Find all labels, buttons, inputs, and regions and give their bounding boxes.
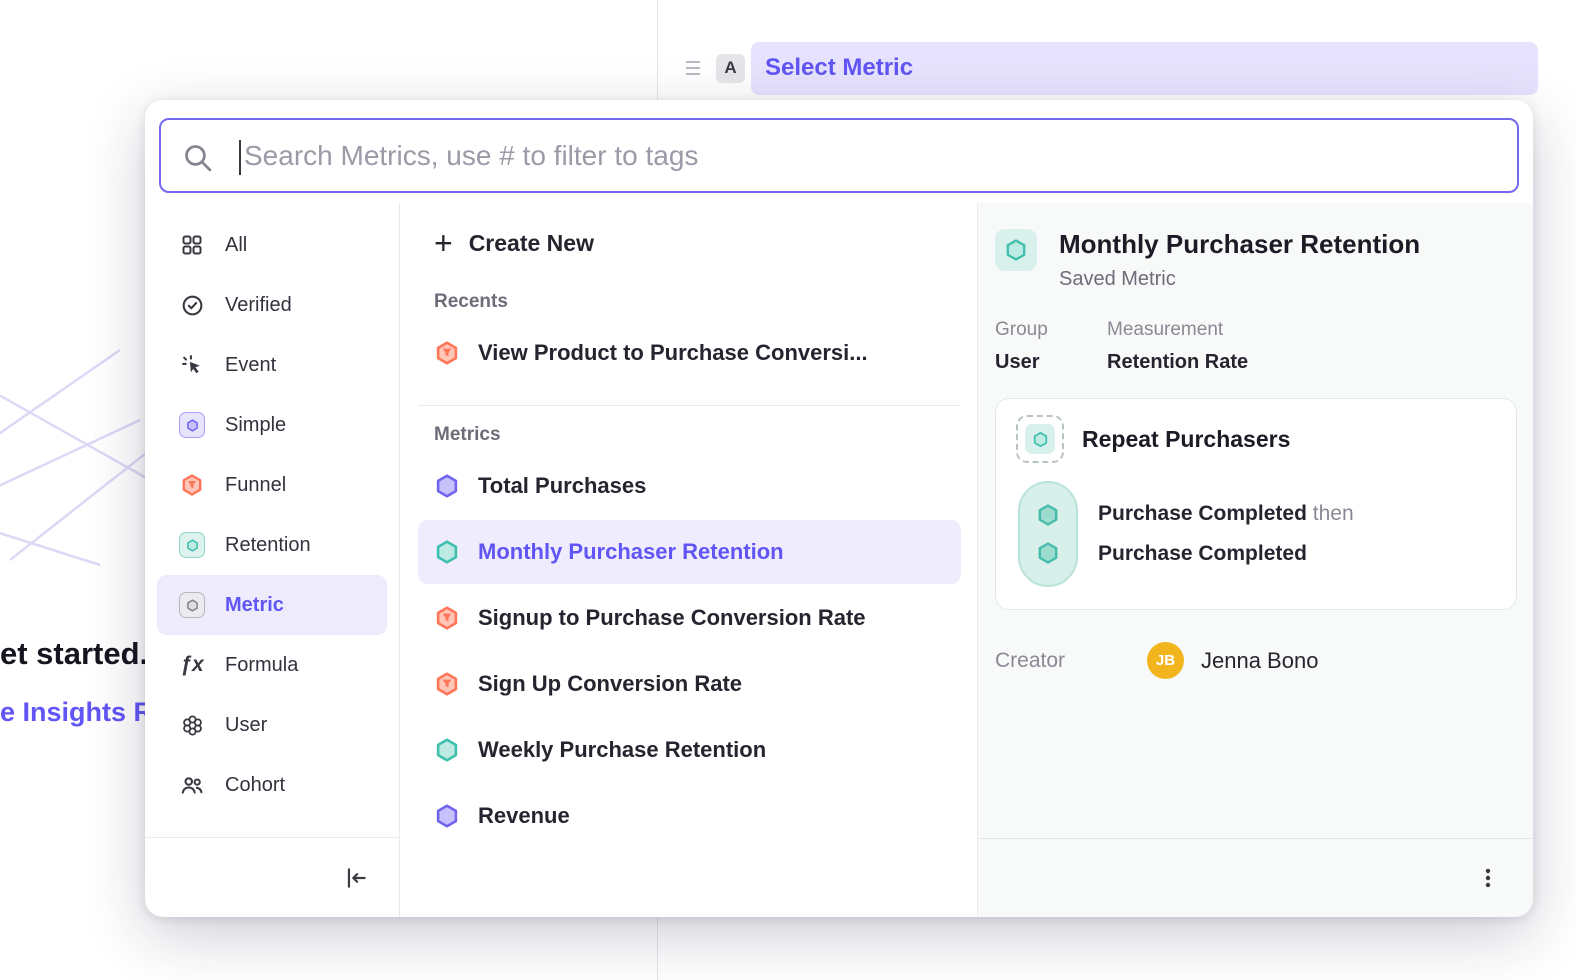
sidebar-item-label: User (225, 714, 267, 737)
verified-icon (179, 292, 205, 318)
text-caret (239, 140, 241, 175)
simple-metric-icon (179, 412, 205, 438)
more-options-button[interactable] (1475, 865, 1501, 891)
retention-metric-icon (434, 737, 460, 763)
simple-metric-icon (434, 473, 460, 499)
metric-picker-modal: All Verified (145, 100, 1533, 917)
funnel-metric-icon (434, 671, 460, 697)
search-input[interactable] (161, 120, 1517, 191)
sidebar-item-funnel[interactable]: Funnel (157, 455, 387, 515)
group-label: Group (995, 319, 1083, 341)
simple-metric-icon (434, 803, 460, 829)
step-1-suffix: then (1313, 502, 1354, 525)
funnel-metric-icon (179, 472, 205, 498)
preview-metric-title: Monthly Purchaser Retention (1059, 229, 1420, 260)
sidebar-item-verified[interactable]: Verified (157, 275, 387, 335)
search-icon (181, 141, 214, 174)
creator-label: Creator (995, 649, 1147, 673)
sidebar-item-label: Verified (225, 294, 292, 317)
sidebar-item-formula[interactable]: ƒx Formula (157, 635, 387, 695)
create-new-label: Create New (469, 230, 594, 257)
metric-list-item[interactable]: Sign Up Conversion Rate (418, 652, 961, 716)
saved-metric-icon (179, 592, 205, 618)
step-1-event: Purchase Completed (1098, 502, 1307, 525)
sidebar-item-label: All (225, 234, 247, 257)
sidebar-item-event[interactable]: Event (157, 335, 387, 395)
metric-query-row: A Select Metric (686, 38, 1538, 98)
retention-metric-icon (434, 539, 460, 565)
drag-handle-icon[interactable] (686, 61, 708, 75)
metric-list-item[interactable]: Signup to Purchase Conversion Rate (418, 586, 961, 650)
recents-section-title: Recents (434, 291, 961, 313)
sidebar-item-metric[interactable]: Metric (157, 575, 387, 635)
metric-list-panel: + Create New Recents View Product to Pur… (400, 203, 978, 917)
event-hexagon-icon (1036, 541, 1060, 565)
search-row (145, 100, 1533, 193)
kebab-menu-icon (1476, 866, 1500, 890)
sidebar-item-label: Formula (225, 654, 298, 677)
funnel-metric-icon (434, 605, 460, 631)
metric-name: Total Purchases (478, 473, 646, 499)
sidebar-item-all[interactable]: All (157, 215, 387, 275)
metric-name: View Product to Purchase Conversi... (478, 340, 868, 366)
sidebar-item-label: Retention (225, 534, 311, 557)
sidebar-item-simple[interactable]: Simple (157, 395, 387, 455)
metrics-section-title: Metrics (434, 424, 961, 446)
retention-metric-icon (995, 229, 1037, 271)
group-value: User (995, 351, 1083, 374)
select-metric-label: Select Metric (765, 54, 913, 82)
metric-list-item[interactable]: Weekly Purchase Retention (418, 718, 961, 782)
event-cursor-icon (179, 352, 205, 378)
collapse-sidebar-button[interactable] (341, 863, 371, 893)
behavior-icon-tile (1016, 415, 1064, 463)
event-hexagon-icon (1036, 503, 1060, 527)
event-sequence-capsule (1018, 481, 1078, 587)
metric-name: Monthly Purchaser Retention (478, 539, 784, 565)
sidebar-item-cohort[interactable]: Cohort (157, 755, 387, 815)
create-new-button[interactable]: + Create New (418, 213, 961, 273)
funnel-metric-icon (434, 340, 460, 366)
sidebar-item-user[interactable]: User (157, 695, 387, 755)
metric-list-item-selected[interactable]: Monthly Purchaser Retention (418, 520, 961, 584)
metric-list-item[interactable]: View Product to Purchase Conversi... (418, 321, 961, 385)
sidebar-item-label: Funnel (225, 474, 286, 497)
background-link-insights-report[interactable]: e Insights Re (0, 697, 168, 728)
section-divider (418, 405, 961, 406)
preview-footer (978, 838, 1533, 917)
collapse-left-icon (343, 865, 369, 891)
retention-metric-icon (1025, 424, 1055, 454)
select-metric-dropdown[interactable]: Select Metric (751, 42, 1538, 95)
sidebar-item-label: Simple (225, 414, 286, 437)
definition-title: Repeat Purchasers (1082, 426, 1290, 453)
metric-list-item[interactable]: Revenue (418, 784, 961, 848)
user-flower-icon (179, 712, 205, 738)
category-sidebar: All Verified (145, 203, 400, 917)
search-box (159, 118, 1519, 193)
plus-icon: + (434, 227, 453, 259)
metric-name: Signup to Purchase Conversion Rate (478, 605, 866, 631)
metric-preview-panel: Monthly Purchaser Retention Saved Metric… (978, 203, 1533, 917)
metric-list-item[interactable]: Total Purchases (418, 454, 961, 518)
row-badge: A (716, 54, 745, 83)
metric-name: Sign Up Conversion Rate (478, 671, 742, 697)
grid-icon (179, 232, 205, 258)
preview-metric-subtitle: Saved Metric (1059, 268, 1420, 291)
metric-name: Weekly Purchase Retention (478, 737, 766, 763)
step-2-event: Purchase Completed (1098, 542, 1307, 565)
sidebar-item-label: Event (225, 354, 276, 377)
sidebar-footer (145, 837, 399, 917)
sidebar-item-label: Metric (225, 594, 284, 617)
background-text-get-started: et started. (0, 636, 148, 672)
creator-avatar: JB (1147, 642, 1184, 679)
sidebar-item-label: Cohort (225, 774, 285, 797)
metric-name: Revenue (478, 803, 570, 829)
metric-definition-card: Repeat Purchasers Purchase Completed the… (995, 398, 1517, 610)
cohort-people-icon (179, 772, 205, 798)
formula-icon: ƒx (179, 652, 205, 678)
measurement-label: Measurement (1107, 319, 1248, 341)
creator-name: Jenna Bono (1201, 648, 1318, 674)
measurement-value: Retention Rate (1107, 351, 1248, 374)
retention-metric-icon (179, 532, 205, 558)
sidebar-item-retention[interactable]: Retention (157, 515, 387, 575)
